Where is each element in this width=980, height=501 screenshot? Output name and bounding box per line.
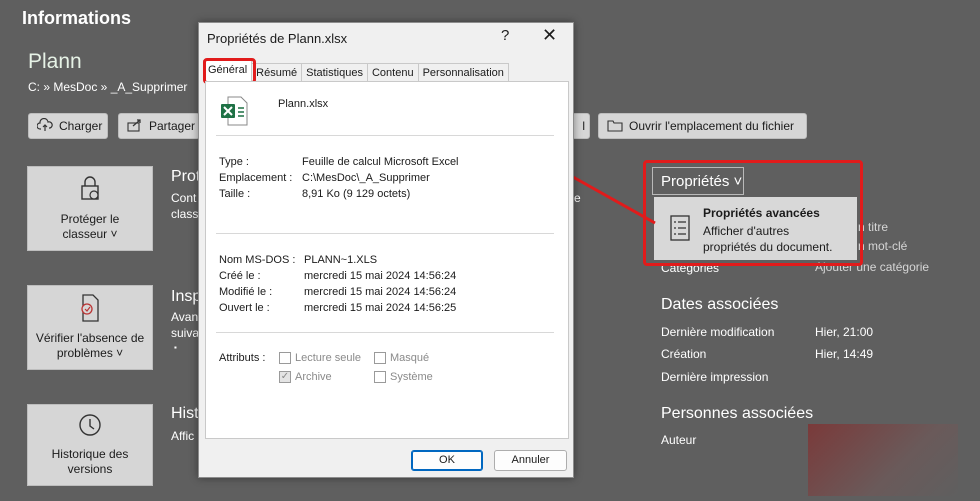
keyword-field-partial[interactable]: n mot-clé	[858, 239, 907, 253]
author-avatar-blur	[808, 424, 958, 496]
general-panel: Plann.xlsx Type : Feuille de calcul Micr…	[205, 81, 569, 439]
close-icon[interactable]: ✕	[542, 25, 557, 46]
checkbox-box	[279, 352, 291, 364]
tab-content[interactable]: Contenu	[366, 63, 419, 81]
dialog-title: Propriétés de Plann.xlsx	[207, 31, 348, 46]
readonly-label: Lecture seule	[295, 352, 362, 364]
protect-section-title: Prot	[171, 168, 201, 185]
upload-label: Charger	[59, 119, 103, 133]
tab-statistics[interactable]: Statistiques	[301, 63, 368, 81]
created-value: mercredi 15 mai 2024 14:56:24	[304, 270, 457, 282]
date-label: Dernière modification	[661, 325, 775, 339]
divider	[216, 233, 554, 234]
inspect-section-text: Avan	[171, 310, 199, 324]
breadcrumb[interactable]: C: » MesDoc » _A_Supprimer	[28, 80, 187, 94]
annotation-highlight-box	[643, 160, 863, 266]
ok-button[interactable]: OK	[411, 450, 483, 471]
opened-value: mercredi 15 mai 2024 14:56:25	[304, 302, 457, 314]
size-value: 8,91 Ko (9 129 octets)	[302, 188, 411, 200]
protect-workbook-label: Protéger le classeur ˅	[60, 212, 120, 241]
opened-label: Ouvert le :	[219, 302, 270, 314]
help-icon[interactable]: ?	[501, 27, 509, 44]
type-value: Feuille de calcul Microsoft Excel	[302, 156, 459, 168]
folder-icon	[607, 118, 623, 135]
cancel-button[interactable]: Annuler	[494, 450, 567, 471]
inspect-section-title: Insp	[171, 288, 202, 305]
check-issues-button[interactable]: Vérifier l'absence de problèmes ˅	[27, 285, 153, 370]
author-label: Auteur	[661, 433, 697, 447]
page-title: Informations	[22, 8, 132, 28]
checkbox-box	[374, 352, 386, 364]
protect-workbook-button[interactable]: Protéger le classeur ˅	[27, 166, 153, 251]
divider	[216, 135, 554, 136]
location-value: C:\MesDoc\_A_Supprimer	[302, 172, 430, 184]
hidden-label: Masqué	[390, 352, 430, 364]
date-value: Hier, 14:49	[815, 347, 874, 361]
upload-button[interactable]: Charger	[28, 113, 108, 139]
version-history-button[interactable]: Historique des versions	[27, 404, 153, 486]
archive-checkbox[interactable]: ✓ Archive	[279, 371, 332, 383]
attributes-label: Attributs :	[219, 352, 266, 364]
protect-section-text: Cont	[171, 191, 197, 205]
readonly-checkbox[interactable]: Lecture seule	[279, 352, 361, 364]
excel-file-icon	[220, 96, 248, 131]
share-button[interactable]: Partager	[118, 113, 200, 139]
divider	[216, 332, 554, 333]
hidden-checkbox[interactable]: Masqué	[374, 352, 429, 364]
open-location-label: Ouvrir l'emplacement du fichier	[629, 119, 795, 133]
document-name: Plann	[28, 50, 82, 73]
checkmark-icon: ✓	[279, 371, 291, 383]
date-label: Dernière impression	[661, 370, 769, 384]
history-icon	[76, 411, 104, 443]
version-history-label: Historique des versions	[51, 447, 129, 476]
tab-summary[interactable]: Résumé	[251, 63, 303, 81]
history-section-text: Affic	[171, 429, 195, 443]
created-label: Créé le :	[219, 270, 261, 282]
system-label: Système	[390, 371, 433, 383]
dates-title: Dates associées	[661, 296, 779, 313]
inspect-document-icon	[77, 293, 103, 327]
size-label: Taille :	[219, 188, 251, 200]
date-value: Hier, 21:00	[815, 325, 874, 339]
file-name: Plann.xlsx	[278, 98, 329, 110]
open-location-button[interactable]: Ouvrir l'emplacement du fichier	[598, 113, 807, 139]
cloud-upload-icon	[36, 117, 53, 135]
inspect-section-text-2: suiva	[171, 326, 200, 340]
check-issues-label: Vérifier l'absence de problèmes ˅	[35, 331, 145, 360]
bullet: ▪	[174, 343, 177, 352]
msdos-value: PLANN~1.XLS	[304, 254, 378, 266]
type-label: Type :	[219, 156, 249, 168]
partial-button-label: l	[582, 119, 585, 133]
modified-value: mercredi 15 mai 2024 14:56:24	[304, 286, 457, 298]
location-label: Emplacement :	[219, 172, 293, 184]
people-title: Personnes associées	[661, 405, 814, 422]
lock-icon	[77, 174, 103, 206]
checkbox-box	[374, 371, 386, 383]
archive-label: Archive	[295, 371, 332, 383]
share-label: Partager	[149, 119, 196, 133]
tab-custom[interactable]: Personnalisation	[417, 63, 509, 81]
system-checkbox[interactable]: Système	[374, 371, 433, 383]
date-label: Création	[661, 347, 707, 361]
msdos-label: Nom MS-DOS :	[219, 254, 296, 266]
share-icon	[127, 118, 143, 135]
history-section-title: Hist	[171, 405, 199, 422]
modified-label: Modifié le :	[219, 286, 273, 298]
properties-dialog: Propriétés de Plann.xlsx ? ✕ Général Rés…	[198, 22, 574, 478]
